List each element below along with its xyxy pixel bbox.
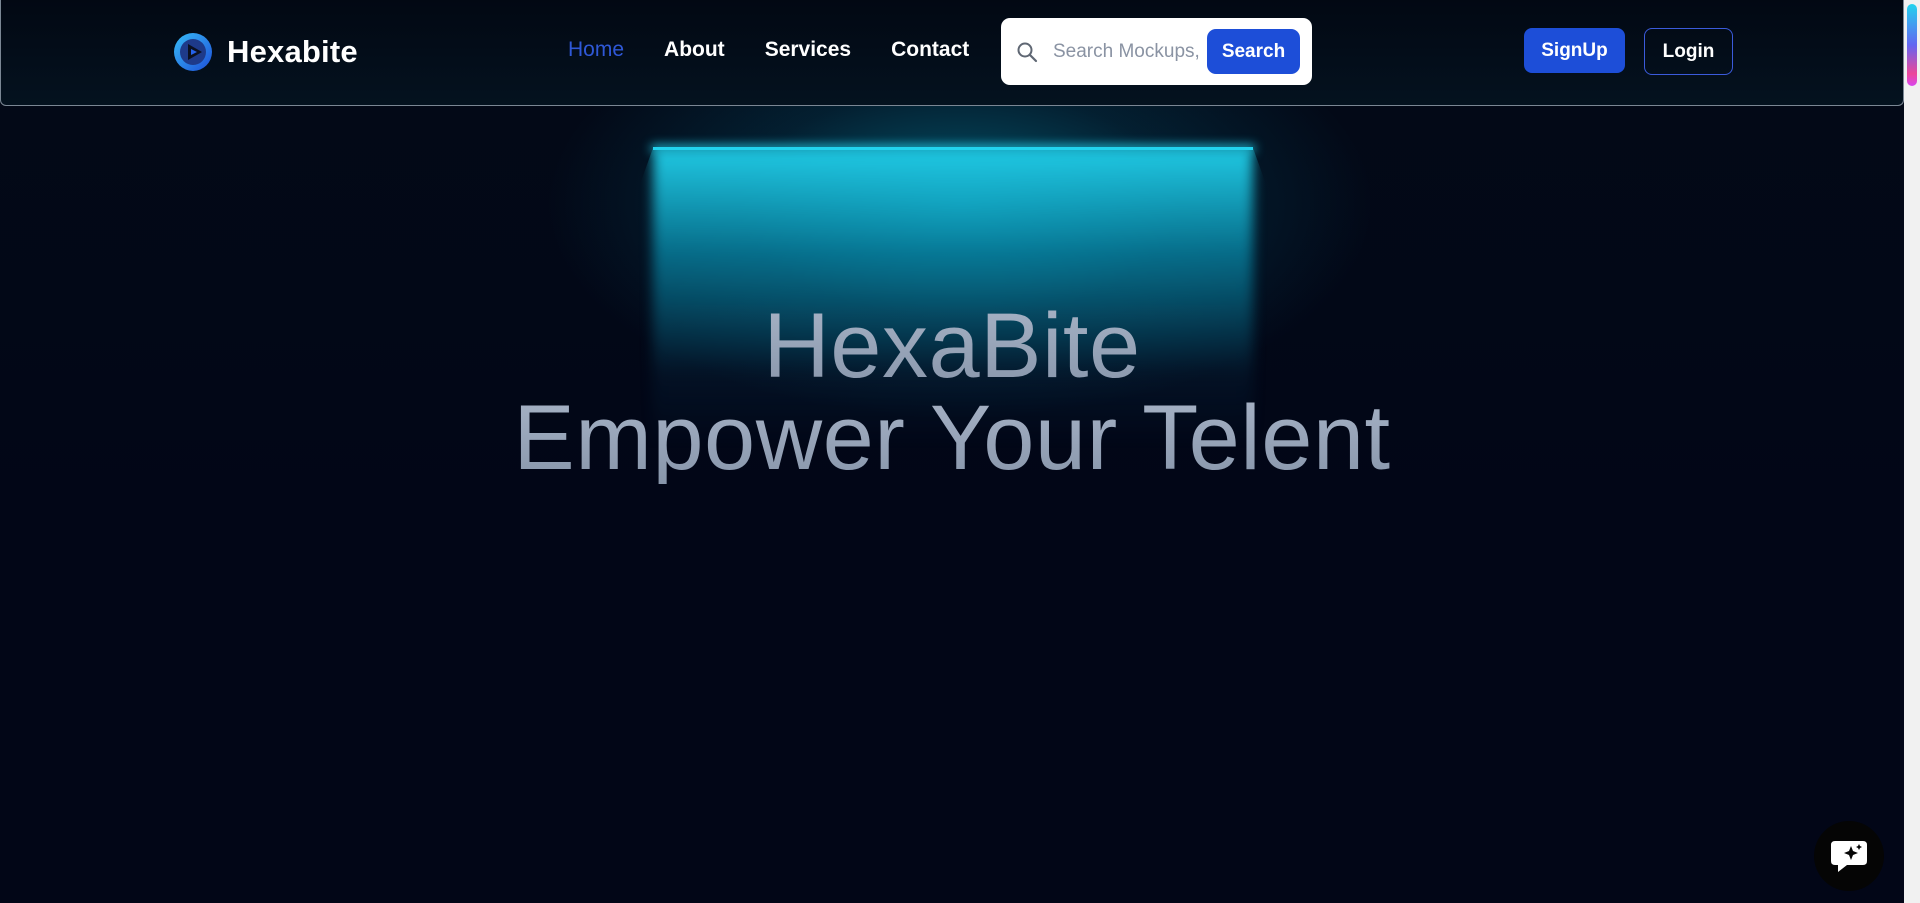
nav-item-about[interactable]: About (664, 38, 725, 62)
play-circle-logo-icon (174, 33, 212, 71)
site-header: Hexabite Home About Services Contact Sea… (0, 0, 1904, 106)
nav-item-home[interactable]: Home (568, 38, 624, 62)
hero-title: HexaBite Empower Your Telent (0, 300, 1904, 484)
search-bar: Search (1001, 18, 1312, 85)
chat-sparkle-icon (1831, 841, 1867, 872)
brand[interactable]: Hexabite (173, 32, 358, 72)
brand-name: Hexabite (227, 34, 358, 69)
lamp-light-bar (653, 147, 1253, 150)
login-button[interactable]: Login (1644, 28, 1733, 75)
page: Hexabite Home About Services Contact Sea… (0, 0, 1920, 903)
signup-button[interactable]: SignUp (1524, 28, 1625, 73)
hero-title-line-2: Empower Your Telent (0, 392, 1904, 484)
page-scrollbar[interactable] (1904, 0, 1920, 903)
search-button[interactable]: Search (1207, 29, 1300, 74)
search-input[interactable] (1053, 40, 1201, 63)
search-icon (1017, 42, 1038, 62)
nav-item-services[interactable]: Services (765, 38, 851, 62)
scrollbar-thumb[interactable] (1907, 4, 1917, 86)
nav-item-contact[interactable]: Contact (891, 38, 969, 62)
main-nav: Home About Services Contact (568, 38, 969, 62)
hero-title-line-1: HexaBite (0, 300, 1904, 392)
chat-button[interactable] (1814, 821, 1884, 891)
